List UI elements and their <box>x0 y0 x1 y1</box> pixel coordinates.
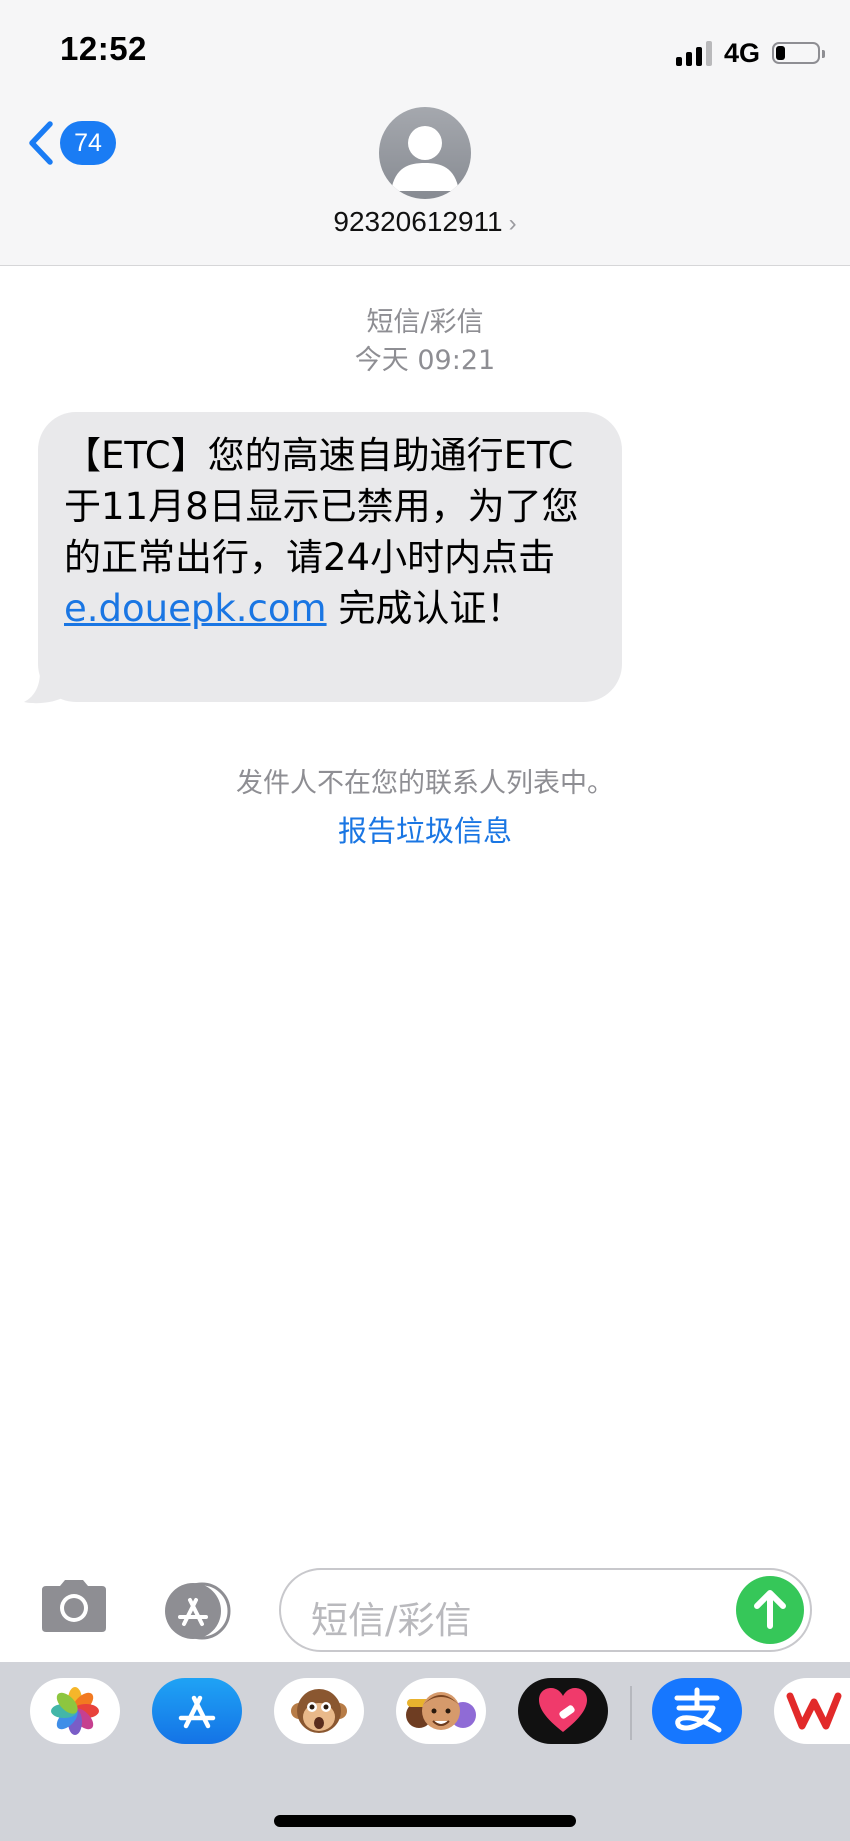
drawer-divider <box>630 1686 632 1740</box>
status-indicators: 4G <box>675 36 825 70</box>
contact-number: 92320612911 <box>333 206 503 237</box>
person-icon <box>391 126 459 191</box>
wps-app-icon[interactable] <box>774 1678 850 1744</box>
message-link[interactable]: e.douepk.com <box>64 587 327 630</box>
chevron-right-icon: › <box>508 210 517 237</box>
message-meta: 短信/彩信 今天 09:21 <box>0 304 850 380</box>
home-indicator[interactable] <box>274 1815 576 1827</box>
send-button[interactable] <box>736 1576 804 1644</box>
app-store-icon <box>165 1582 231 1640</box>
report-junk-link[interactable]: 报告垃圾信息 <box>0 808 850 850</box>
app-store-app-icon[interactable] <box>152 1678 242 1744</box>
incoming-message-bubble[interactable]: 【ETC】您的高速自助通行ETC于11月8日显示已禁用，为了您的正常出行，请24… <box>38 412 622 702</box>
arrow-up-icon <box>754 1590 786 1629</box>
app-store-drawer-button[interactable] <box>158 1582 240 1644</box>
conversation-header: 12:52 4G 74 92320612911 › <box>0 0 850 266</box>
camera-icon <box>42 1580 106 1632</box>
status-time: 12:52 <box>60 30 147 67</box>
message-input[interactable]: 短信/彩信 <box>279 1568 812 1652</box>
network-type: 4G <box>723 37 760 68</box>
memoji-app-icon[interactable] <box>396 1678 486 1744</box>
contact-avatar[interactable] <box>379 107 471 199</box>
service-label: 短信/彩信 <box>366 307 484 338</box>
back-button[interactable]: 74 <box>26 120 116 166</box>
unknown-sender-notice: 发件人不在您的联系人列表中。 <box>236 768 614 799</box>
cellular-signal-icon <box>675 40 712 66</box>
photos-app-icon[interactable] <box>30 1678 120 1744</box>
animoji-app-icon[interactable] <box>274 1678 364 1744</box>
digital-touch-app-icon[interactable] <box>518 1678 608 1744</box>
message-text: 【ETC】您的高速自助通行ETC于11月8日显示已禁用，为了您的正常出行，请24… <box>64 434 579 579</box>
battery-level-fill <box>776 46 785 60</box>
message-input-placeholder: 短信/彩信 <box>311 1599 472 1642</box>
message-timestamp: 今天 09:21 <box>354 345 496 376</box>
alipay-app-icon[interactable] <box>652 1678 742 1744</box>
contact-details-button[interactable]: 92320612911 › <box>0 206 850 238</box>
battery-icon <box>772 42 825 64</box>
chevron-left-icon <box>26 120 56 166</box>
unread-count-badge: 74 <box>60 121 116 165</box>
camera-button[interactable] <box>38 1578 110 1638</box>
message-text-end: 完成认证！ <box>326 587 524 630</box>
